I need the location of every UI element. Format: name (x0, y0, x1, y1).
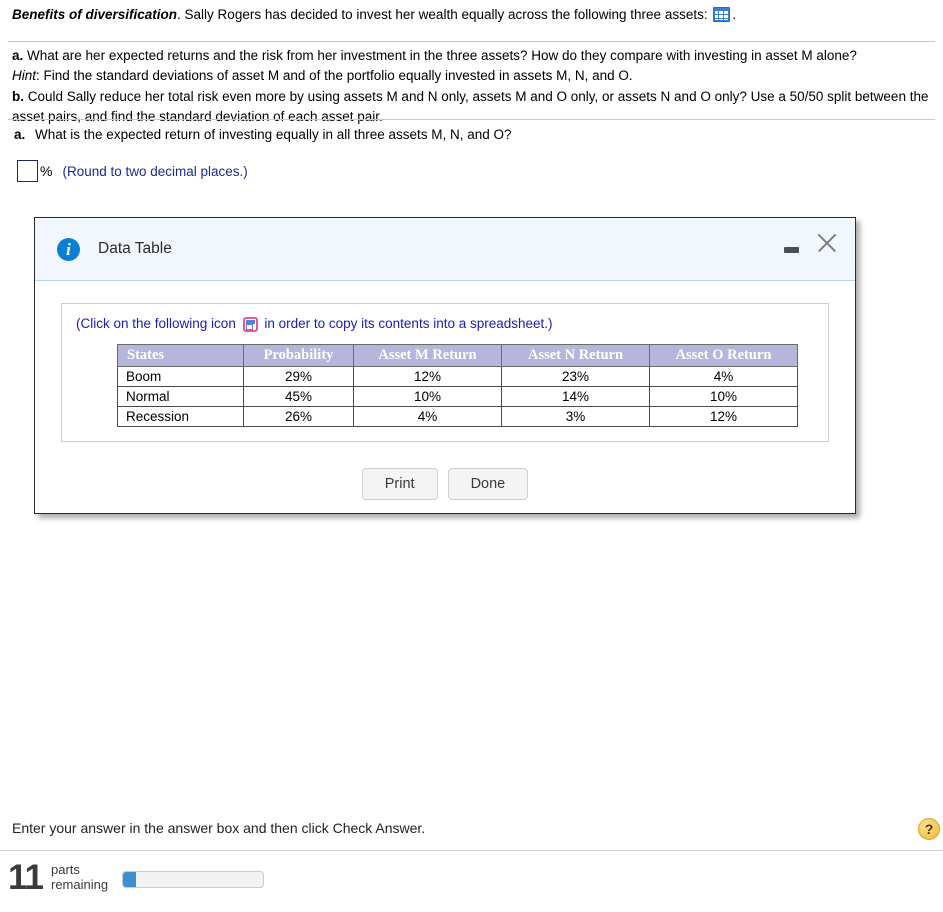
cell-asset-o: 4% (649, 366, 798, 387)
round-note: (Round to two decimal places.) (62, 163, 248, 179)
cell-probability: 26% (243, 406, 354, 427)
divider-middle (8, 119, 935, 120)
data-table: States Probability Asset M Return Asset … (117, 344, 798, 427)
parts-label-line2: remaining (51, 876, 109, 892)
progress-bar (122, 871, 265, 888)
copy-note: (Click on the following icon in order to… (76, 316, 814, 332)
problem-title: Benefits of diversification (12, 7, 178, 22)
cell-probability: 45% (243, 386, 354, 407)
hint-label: Hint (12, 68, 37, 84)
done-button[interactable]: Done (447, 468, 529, 500)
current-question: a. What is the expected return of invest… (14, 127, 512, 142)
cell-asset-o: 10% (649, 386, 798, 407)
answer-input[interactable] (17, 160, 38, 182)
problem-intro-end: . (732, 7, 737, 22)
cell-asset-o: 12% (649, 406, 798, 427)
dialog-actions: Print Done (61, 468, 829, 500)
footer-bar: 11 parts remaining Clear All Check Answe… (0, 851, 943, 912)
table-row: Normal 45% 10% 14% 10% (117, 386, 798, 407)
problem-parts: a. What are her expected returns and the… (12, 46, 932, 127)
problem-intro: . Sally Rogers has decided to invest her… (177, 7, 708, 22)
progress-fill (123, 872, 136, 887)
column-header-asset-n: Asset N Return (501, 344, 650, 367)
parts-count: 11 (8, 858, 44, 897)
table-row: Boom 29% 12% 23% 4% (117, 366, 798, 387)
part-a-text: What are her expected returns and the ri… (27, 48, 857, 63)
copy-note-after: in order to copy its contents into a spr… (264, 316, 553, 331)
problem-statement: Benefits of diversification. Sally Roger… (12, 5, 932, 25)
table-header-row: States Probability Asset M Return Asset … (117, 344, 798, 367)
answer-row: % (Round to two decimal places.) (17, 160, 248, 182)
dialog-title: Data Table (98, 240, 172, 257)
close-icon[interactable] (815, 232, 837, 254)
cell-asset-n: 23% (501, 366, 650, 387)
cell-state: Boom (117, 366, 244, 387)
data-table-dialog: i Data Table (Click on the following ico… (34, 217, 856, 514)
dialog-window-controls (784, 232, 837, 254)
divider-top (8, 41, 935, 42)
parts-label-line1: parts (51, 861, 80, 877)
cell-state: Normal (117, 386, 244, 407)
spreadsheet-grid-icon[interactable] (713, 7, 731, 22)
dialog-header: i Data Table (35, 218, 855, 281)
question-label: a. (14, 127, 26, 142)
cell-state: Recession (117, 406, 244, 427)
cell-asset-m: 10% (353, 386, 502, 407)
hint-text: : Find the standard deviations of asset … (36, 68, 633, 84)
table-row: Recession 26% 4% 3% 12% (117, 406, 798, 427)
cell-asset-n: 14% (501, 386, 650, 407)
parts-label: parts remaining (51, 861, 109, 893)
data-table-card: (Click on the following icon in order to… (61, 303, 829, 442)
exercise-page: Benefits of diversification. Sally Roger… (0, 0, 943, 912)
cell-asset-n: 3% (501, 406, 650, 427)
copy-to-spreadsheet-icon[interactable] (242, 317, 258, 332)
dialog-body: (Click on the following icon in order to… (35, 281, 855, 500)
part-a-label: a. (12, 48, 24, 63)
copy-note-before: (Click on the following icon (76, 316, 236, 331)
column-header-states: States (117, 344, 244, 367)
cell-asset-m: 4% (353, 406, 502, 427)
parts-remaining: 11 parts remaining (8, 858, 265, 897)
column-header-asset-m: Asset M Return (353, 344, 502, 367)
print-button[interactable]: Print (361, 468, 438, 500)
help-icon[interactable]: ? (918, 818, 940, 840)
column-header-probability: Probability (243, 344, 354, 367)
answer-unit: % (40, 163, 53, 179)
column-header-asset-o: Asset O Return (649, 344, 798, 367)
footer-hint: Enter your answer in the answer box and … (12, 820, 426, 836)
cell-probability: 29% (243, 366, 354, 387)
minimize-icon[interactable] (784, 247, 799, 253)
question-text: What is the expected return of investing… (35, 127, 512, 142)
cell-asset-m: 12% (353, 366, 502, 387)
info-icon: i (57, 237, 80, 261)
part-b-label: b. (12, 88, 24, 104)
